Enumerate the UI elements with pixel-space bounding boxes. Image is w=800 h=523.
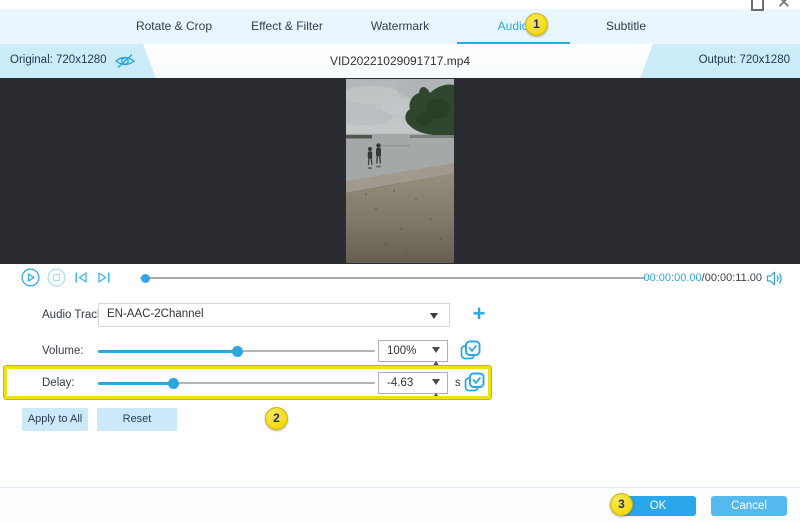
close-icon: ✕ xyxy=(777,0,791,12)
play-button[interactable] xyxy=(21,268,40,292)
reset-button[interactable]: Reset xyxy=(97,408,177,431)
tab-bar: Rotate & Crop Effect & Filter Watermark … xyxy=(0,9,800,44)
video-filename: VID20221029091717.mp4 xyxy=(200,44,600,78)
delay-slider-handle[interactable] xyxy=(168,378,179,389)
add-audio-track-button[interactable]: + xyxy=(466,301,492,327)
previous-frame-button[interactable] xyxy=(74,271,88,289)
delay-spinbox[interactable]: -4.63 xyxy=(378,372,448,394)
volume-slider-handle[interactable] xyxy=(232,346,243,357)
seek-handle[interactable] xyxy=(141,274,150,283)
time-display: 00:00:00.00/00:00:11.00 xyxy=(638,272,762,284)
spin-down-icon xyxy=(432,379,440,402)
volume-slider-fill xyxy=(98,350,237,353)
tab-effect-filter[interactable]: Effect & Filter xyxy=(231,9,344,44)
seek-slider[interactable] xyxy=(140,277,645,279)
speaker-icon xyxy=(766,271,783,286)
stop-button[interactable] xyxy=(47,268,66,292)
footer-bar: OK Cancel xyxy=(0,487,800,523)
chevron-down-icon xyxy=(430,313,438,319)
audio-settings-window: ✕ Rotate & Crop Effect & Filter Watermar… xyxy=(0,0,800,523)
next-frame-button[interactable] xyxy=(97,271,111,289)
spin-down-icon xyxy=(432,347,440,370)
preview-toggle-button[interactable] xyxy=(113,52,137,70)
volume-spinbox[interactable]: 100% xyxy=(378,340,448,362)
current-time: 00:00:00.00 xyxy=(644,272,702,284)
delay-slider-fill xyxy=(98,382,173,385)
audio-track-label: Audio Track: xyxy=(42,309,106,321)
mute-button[interactable] xyxy=(766,271,783,291)
delay-value: -4.63 xyxy=(387,377,413,389)
volume-slider[interactable] xyxy=(98,350,375,352)
delay-spin-down-button[interactable] xyxy=(432,385,441,391)
play-icon xyxy=(21,268,40,287)
volume-value: 100% xyxy=(387,345,416,357)
original-resolution-label: Original: 720x1280 xyxy=(10,54,107,66)
output-resolution-chip: Output: 720x1280 xyxy=(640,44,800,78)
delay-unit-label: s xyxy=(455,377,461,389)
total-time: 00:00:11.00 xyxy=(705,272,762,284)
maximize-button[interactable] xyxy=(751,0,764,11)
video-preview xyxy=(346,79,454,263)
apply-to-all-button[interactable]: Apply to All xyxy=(22,408,88,431)
tab-watermark[interactable]: Watermark xyxy=(344,9,457,44)
delay-apply-to-tracks-button[interactable] xyxy=(464,372,486,394)
next-frame-icon xyxy=(97,271,111,284)
video-stage xyxy=(0,78,800,264)
volume-apply-to-tracks-button[interactable] xyxy=(460,340,482,362)
copy-check-icon xyxy=(460,340,481,361)
delay-slider[interactable] xyxy=(98,382,375,384)
volume-label: Volume: xyxy=(42,345,84,357)
step-2-badge: 2 xyxy=(265,407,288,430)
audio-track-select[interactable]: EN-AAC-2Channel xyxy=(98,303,450,327)
step-3-badge: 3 xyxy=(610,493,633,516)
delay-label: Delay: xyxy=(42,377,75,389)
tab-subtitle[interactable]: Subtitle xyxy=(570,9,683,44)
previous-frame-icon xyxy=(74,271,88,284)
stop-icon xyxy=(47,268,66,287)
maximize-icon xyxy=(751,0,764,11)
cancel-button[interactable]: Cancel xyxy=(711,496,787,516)
titlebar xyxy=(0,0,800,9)
output-resolution-label: Output: 720x1280 xyxy=(699,54,790,66)
info-bar: Original: 720x1280 VID20221029091717.mp4… xyxy=(0,44,800,78)
plus-icon: + xyxy=(473,301,486,326)
eye-off-icon xyxy=(113,52,137,70)
audio-track-value: EN-AAC-2Channel xyxy=(107,308,204,320)
volume-spin-down-button[interactable] xyxy=(432,353,441,359)
transport-bar: 00:00:00.00/00:00:11.00 xyxy=(0,264,800,292)
tab-rotate-crop[interactable]: Rotate & Crop xyxy=(118,9,231,44)
step-1-badge: 1 xyxy=(525,13,548,36)
copy-check-icon xyxy=(464,372,485,393)
tab-audio[interactable]: Audio xyxy=(457,9,570,44)
close-button[interactable]: ✕ xyxy=(777,0,791,12)
